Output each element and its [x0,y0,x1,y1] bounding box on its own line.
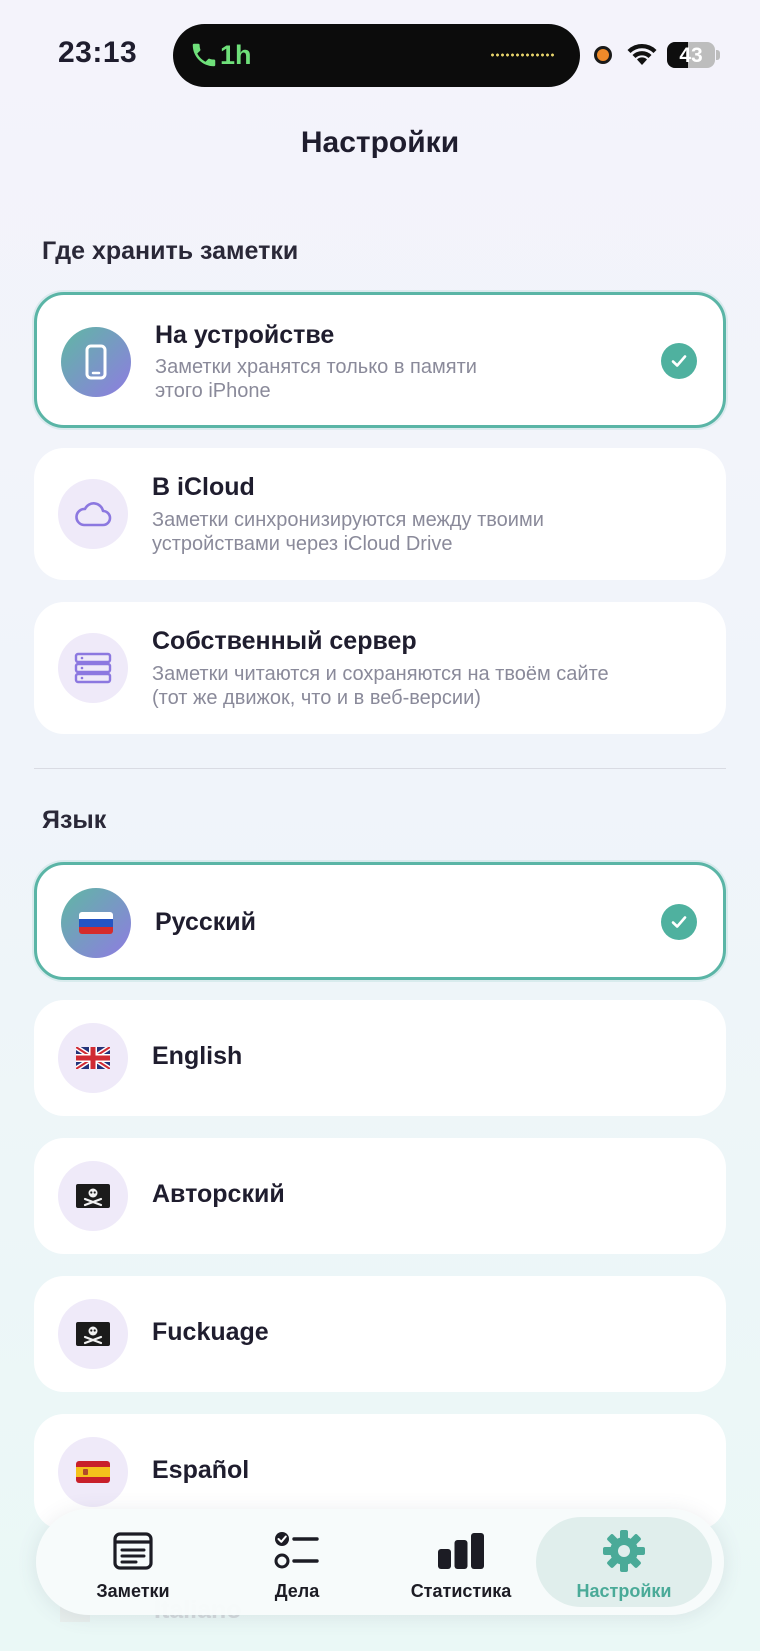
selected-check-icon [661,343,697,379]
language-flag-circle [58,1437,128,1507]
battery-icon: 43 [667,42,715,68]
language-flag-circle [58,1161,128,1231]
tab-label: Заметки [96,1581,170,1601]
phone-call-icon [192,43,216,67]
tab-statistics[interactable]: Статистика [376,1509,546,1615]
uk-flag-icon [76,1047,110,1069]
battery-percent: 43 [679,44,703,67]
selected-check-icon [661,904,697,940]
storage-section-title: Где хранить заметки [42,237,299,265]
russia-flag-icon [79,912,113,934]
status-time: 23:13 [58,36,138,69]
phone-icon [85,344,107,380]
description-line: устройствами через iCloud Drive [152,533,453,555]
language-option-russian[interactable]: Русский [34,862,726,980]
language-flag-circle [58,1023,128,1093]
language-flag-circle [58,1299,128,1369]
description-line: Заметки синхронизируются между твоими [152,509,544,531]
tab-tasks[interactable]: Дела [212,1509,382,1615]
pirate-flag-icon [76,1184,110,1208]
bar-chart-icon [376,1529,546,1573]
storage-option-description: Заметки хранятся только в памяти этого i… [155,355,655,403]
language-option-author[interactable]: Авторский [34,1138,726,1254]
description-line: Заметки хранятся только в памяти [155,356,477,378]
description-line: (тот же движок, что и в веб-версии) [152,687,481,709]
call-duration: 1h [220,40,252,70]
storage-option-title: На устройстве [155,321,335,349]
storage-option-icon [58,633,128,703]
language-flag-circle [61,888,131,958]
storage-option-icon [61,327,131,397]
notes-icon [48,1529,218,1573]
storage-option-server[interactable]: Собственный сервер Заметки читаются и со… [34,602,726,734]
language-option-label: Русский [155,908,257,936]
storage-option-title: Собственный сервер [152,627,417,655]
language-option-label: Авторский [152,1180,285,1208]
storage-option-description: Заметки синхронизируются между твоими ус… [152,508,652,556]
battery-nub [716,50,720,60]
storage-option-icon [58,479,128,549]
storage-option-title: В iCloud [152,473,255,501]
tab-label: Статистика [410,1581,512,1601]
recording-indicator [594,46,612,64]
tab-bar: Заметки Дела Статистика Настройки [36,1509,724,1615]
storage-option-device[interactable]: На устройстве Заметки хранятся только в … [34,292,726,428]
language-section-title: Язык [42,806,107,834]
section-divider [34,768,726,769]
pirate-flag-icon [76,1322,110,1346]
storage-option-icloud[interactable]: В iCloud Заметки синхронизируются между … [34,448,726,580]
storage-option-description: Заметки читаются и сохраняются на твоём … [152,662,692,710]
language-option-label: Fuckuage [152,1318,269,1346]
language-option-english[interactable]: English [34,1000,726,1116]
tab-label: Дела [274,1581,320,1601]
cloud-icon [75,502,112,527]
checklist-icon [212,1529,382,1573]
tab-notes[interactable]: Заметки [48,1509,218,1615]
description-line: этого iPhone [155,380,271,402]
description-line: Заметки читаются и сохраняются на твоём … [152,663,609,685]
dynamic-island[interactable]: 1h [173,24,580,87]
spain-flag-icon [76,1461,110,1483]
server-icon [74,652,112,684]
page-title: Настройки [300,126,460,159]
language-option-label: Español [152,1456,250,1484]
wifi-icon [627,43,657,65]
gear-icon [536,1529,712,1573]
language-option-label: English [152,1042,243,1070]
language-option-fuckuage[interactable]: Fuckuage [34,1276,726,1392]
tab-settings[interactable]: Настройки [536,1517,712,1607]
audio-waveform-icon [490,53,556,57]
tab-label: Настройки [576,1581,672,1601]
